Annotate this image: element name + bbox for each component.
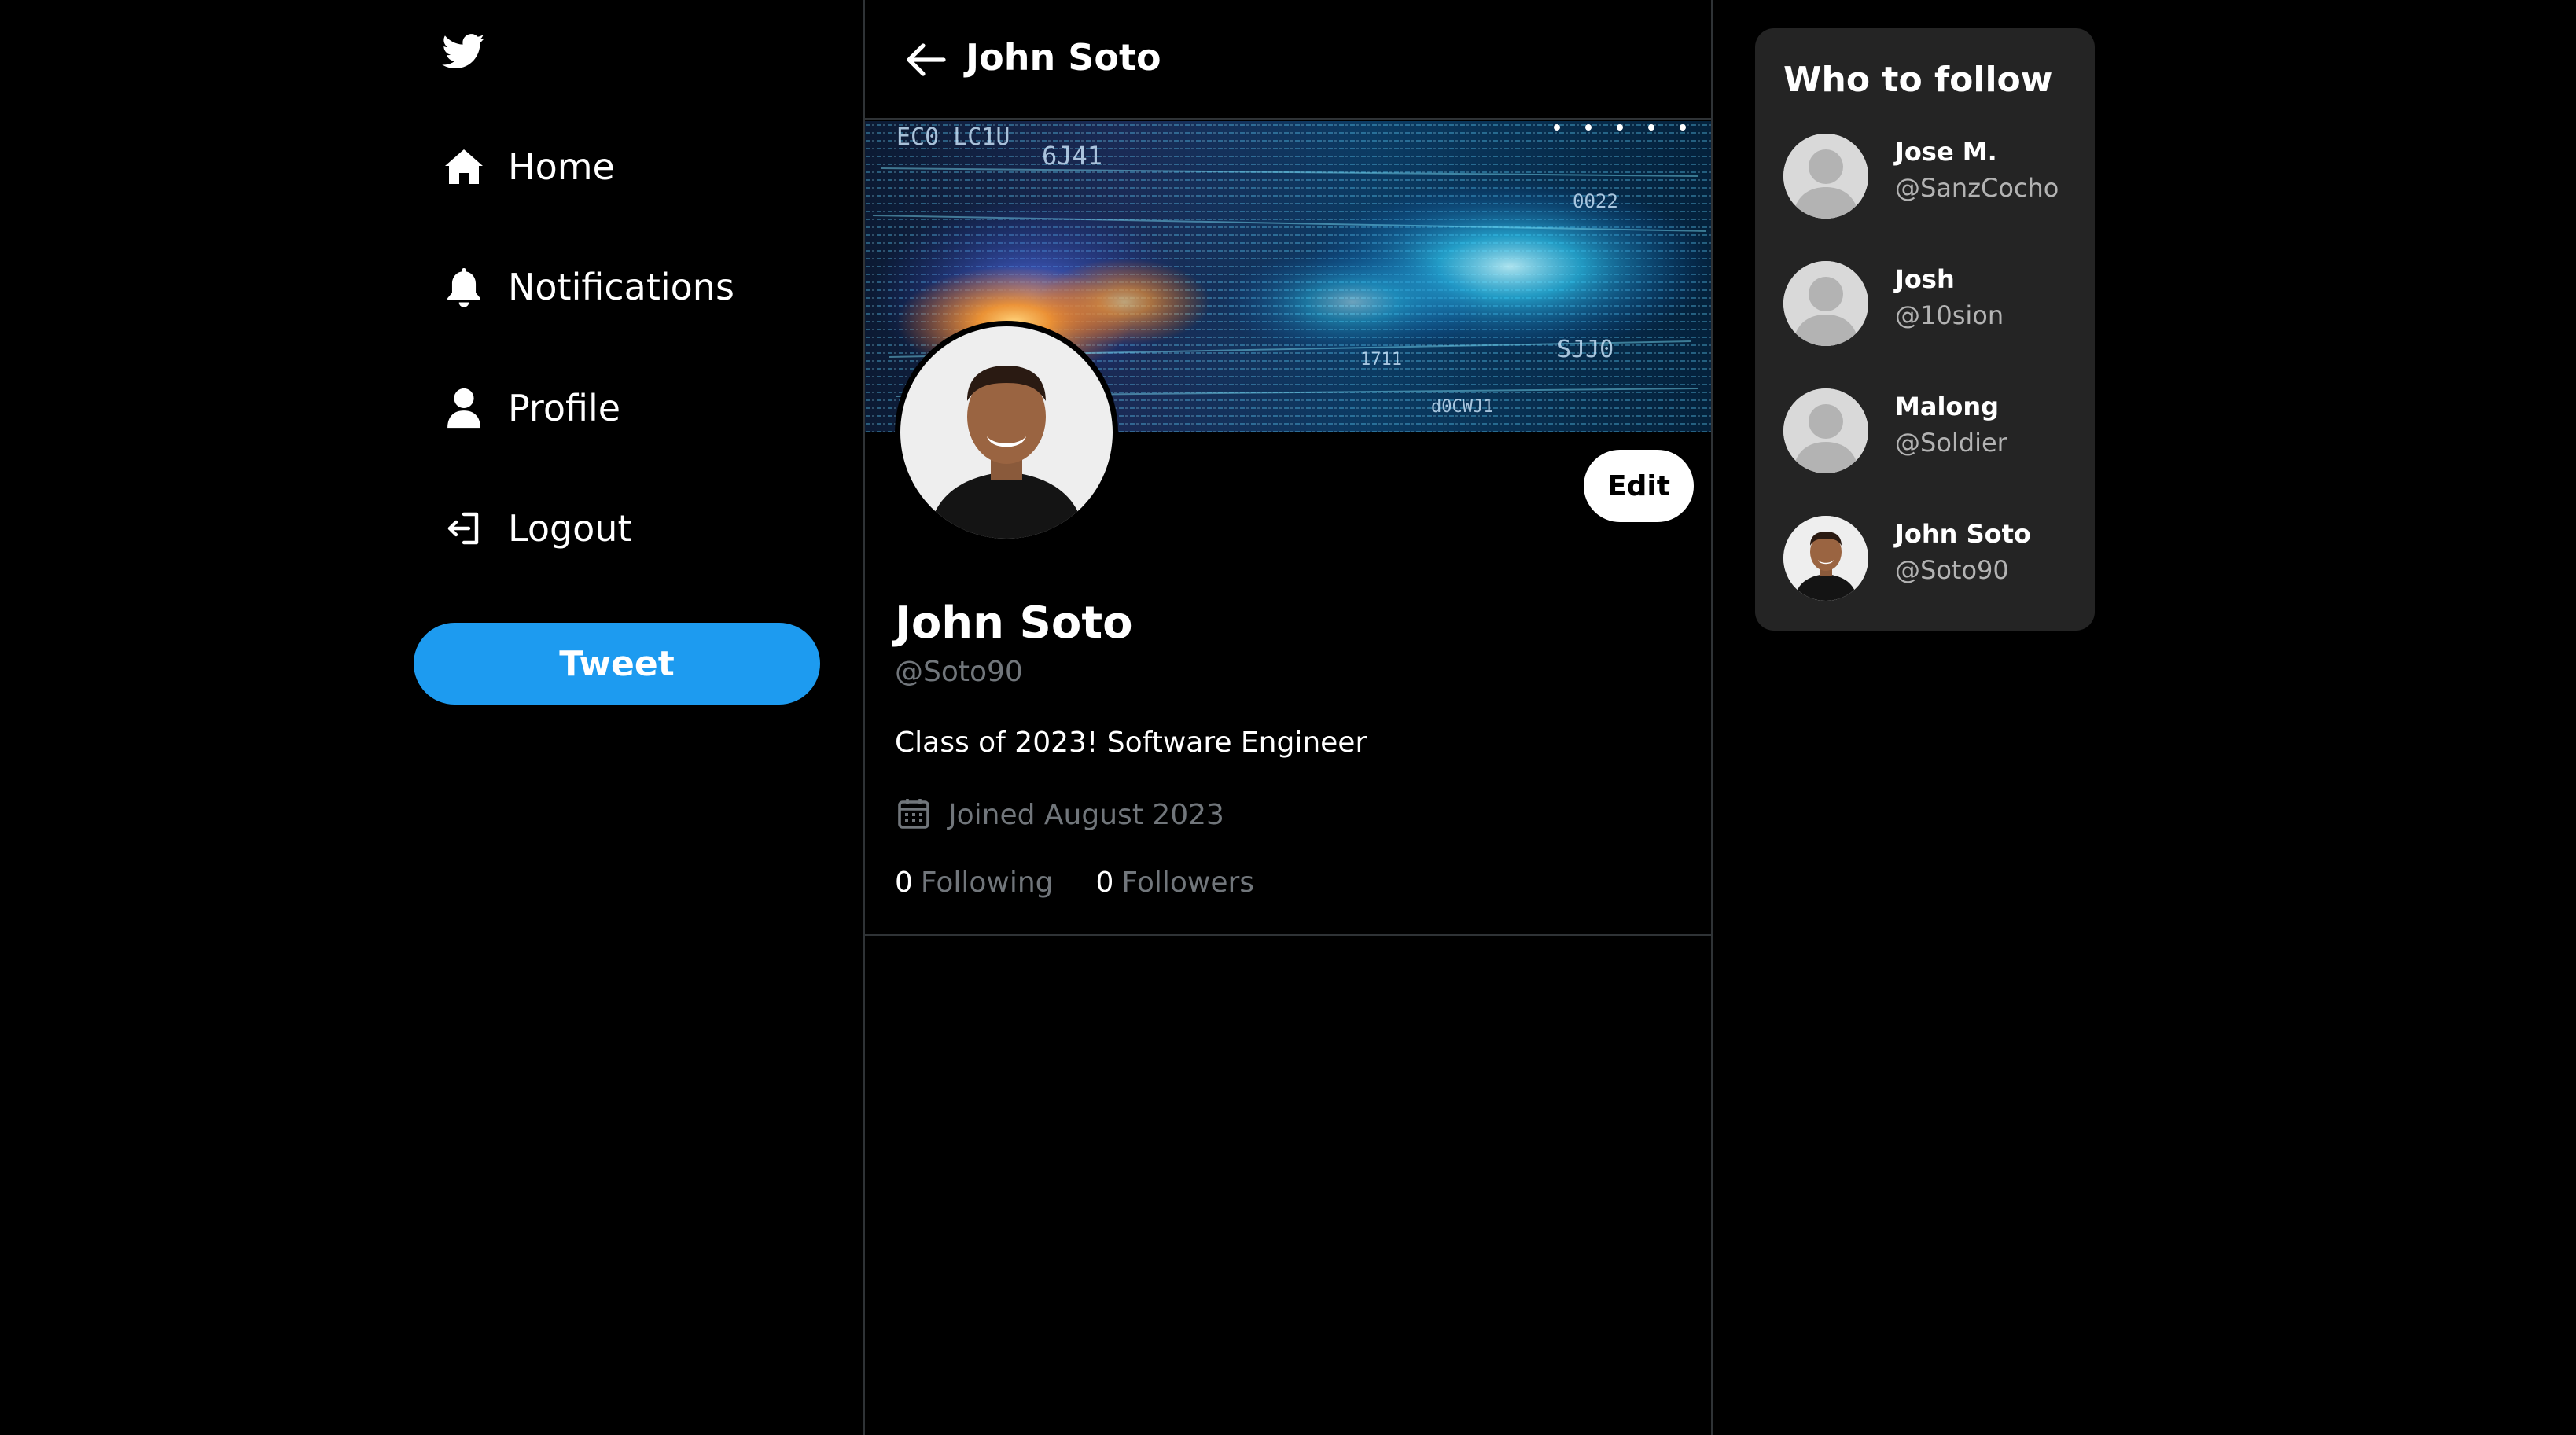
user-name: Malong [1895,392,2000,421]
joined-label: Joined August 2023 [948,798,1224,831]
banner-text: d0CWJ1 [1431,397,1493,417]
follow-stats: 0 Following 0 Followers [895,867,1297,899]
user-handle: @Soto90 [1895,555,2009,585]
arrow-left-icon[interactable] [904,38,948,82]
sidebar-item-notifications[interactable]: Notifications [442,259,734,315]
following-count: 0 [895,867,913,899]
follow-suggestion[interactable]: John Soto @Soto90 [1783,516,2082,602]
sidebar-item-logout[interactable]: Logout [442,501,632,556]
profile-header: John Soto [865,0,1711,120]
profile-avatar[interactable] [895,321,1118,544]
user-handle: @10sion [1895,300,2004,330]
user-name: John Soto [1895,519,2031,549]
follow-suggestion[interactable]: Malong @Soldier [1783,388,2082,475]
sidebar-item-label: Notifications [508,266,734,308]
banner-text: SJJ0 [1557,336,1614,363]
panel-title: Who to follow [1783,60,2053,100]
left-sidebar: Home Notifications Profile Logout Tweet [414,0,835,1435]
profile-bio: Class of 2023! Software Engineer [895,727,1367,759]
follow-suggestion[interactable]: Jose M. @SanzCocho [1783,134,2082,220]
home-icon [442,145,486,189]
who-to-follow-panel: Who to follow Jose M. @SanzCocho Josh @1… [1755,28,2095,631]
avatar [1783,388,1868,473]
tweet-button[interactable]: Tweet [414,623,820,705]
followers-count: 0 [1095,867,1114,899]
sidebar-item-profile[interactable]: Profile [442,381,620,436]
page-title: John Soto [966,36,1161,79]
followers-link[interactable]: 0 Followers [1096,867,1255,899]
banner-text: 0022 [1573,190,1618,212]
profile-column: John Soto EC0 LC1U 6J41 SJJ0 0022 1711 d… [863,0,1713,1435]
bell-icon [442,265,486,309]
profile-name: John Soto [895,598,1133,649]
sidebar-item-label: Profile [508,387,621,429]
followers-label: Followers [1121,867,1255,899]
following-link[interactable]: 0 Following [895,867,1054,899]
logout-icon [442,506,486,550]
user-icon [442,386,486,430]
user-name: Josh [1895,264,1955,294]
twitter-bird-icon[interactable] [442,30,486,72]
user-handle: @SanzCocho [1895,173,2059,203]
user-name: Jose M. [1895,137,1997,167]
avatar [1783,516,1868,601]
divider [865,934,1711,936]
calendar-icon [895,794,933,835]
banner-text: 6J41 [1042,141,1102,171]
avatar [1783,134,1868,219]
sidebar-item-label: Logout [508,507,632,550]
avatar [1783,261,1868,346]
user-handle: @Soldier [1895,428,2007,458]
follow-suggestion[interactable]: Josh @10sion [1783,261,2082,348]
edit-profile-button[interactable]: Edit [1584,450,1694,522]
sidebar-item-label: Home [508,145,615,188]
joined-date: Joined August 2023 [895,794,1224,835]
sidebar-item-home[interactable]: Home [442,139,615,194]
banner-text: 1711 [1360,350,1402,370]
banner-text: EC0 LC1U [896,123,1010,151]
following-label: Following [920,867,1054,899]
profile-handle: @Soto90 [895,656,1023,688]
